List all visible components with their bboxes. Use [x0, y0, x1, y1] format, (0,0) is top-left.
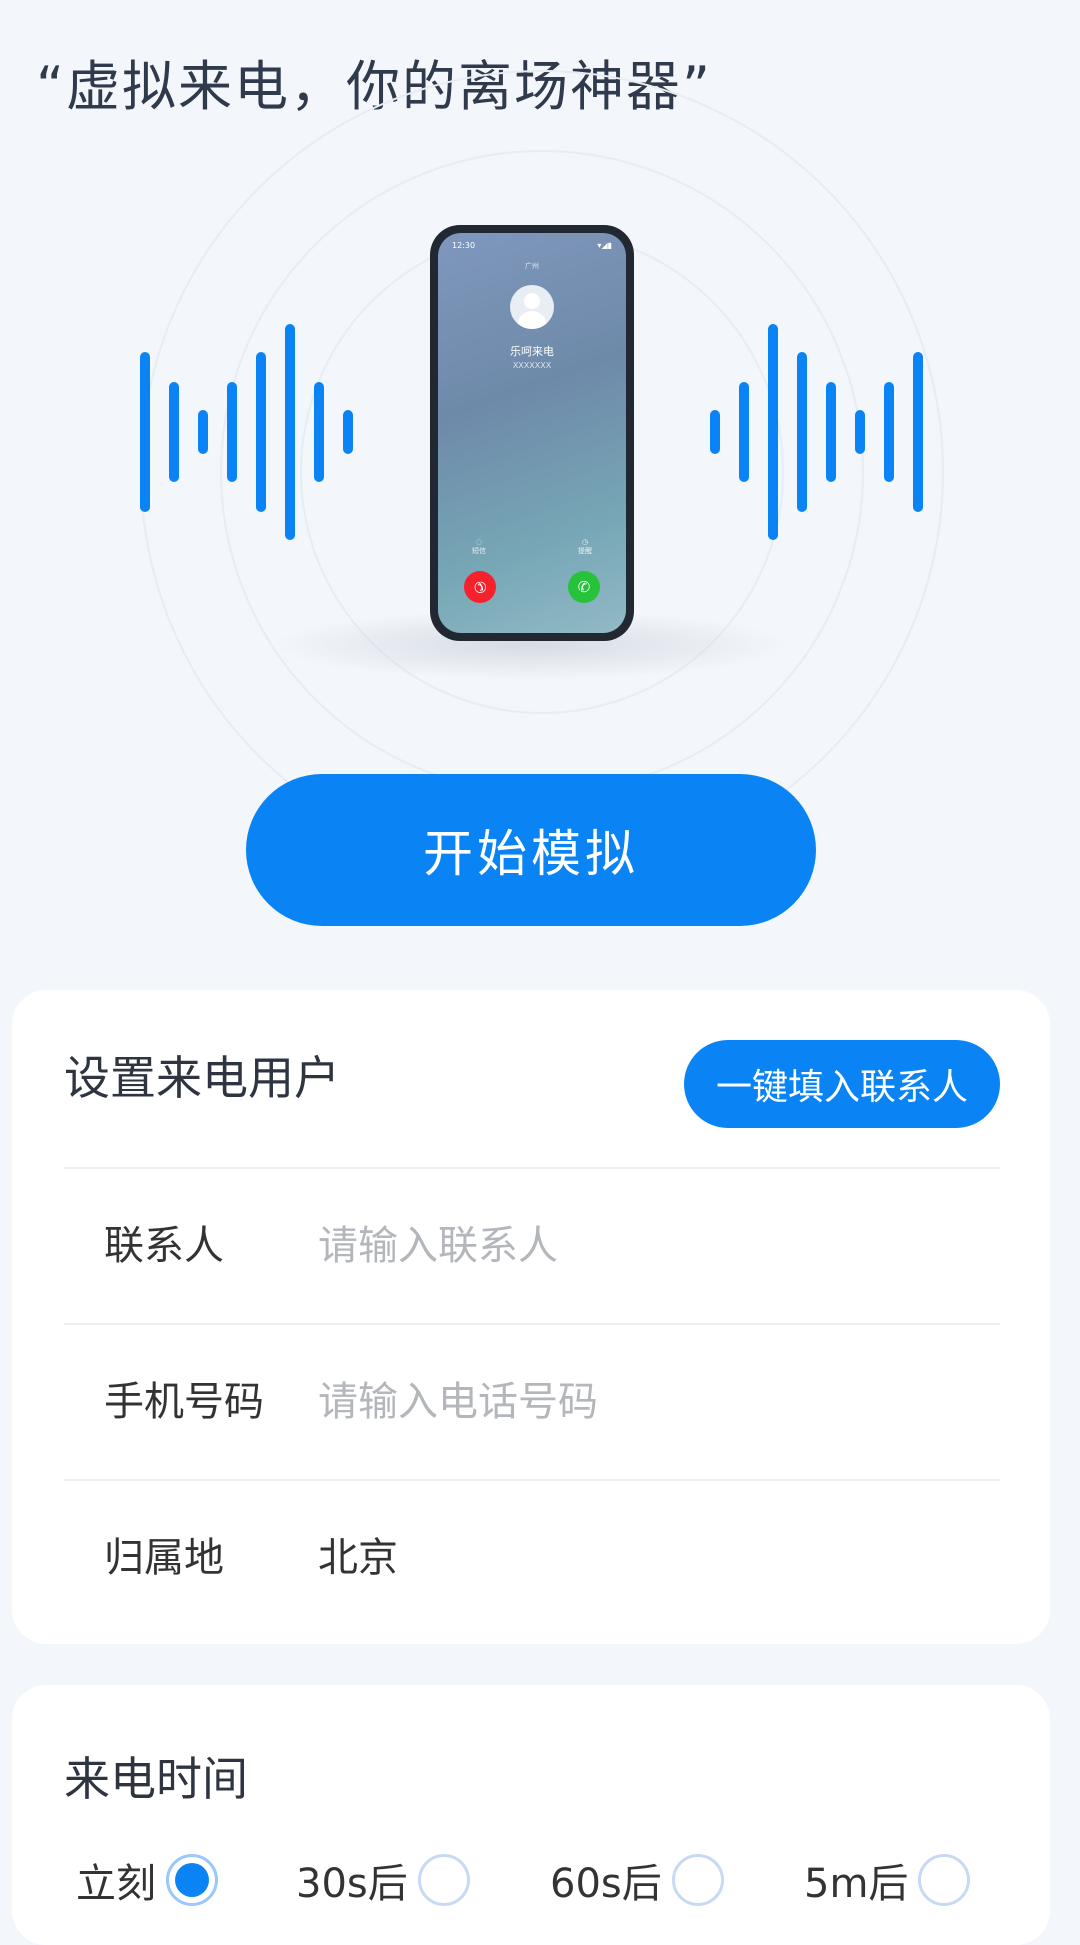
location-row[interactable]: 归属地 北京 [64, 1479, 1000, 1635]
wave-bar [140, 352, 150, 512]
phone-mockup: 12:30 ▾◢▮ 广州 乐呵来电 XXXXXXX ◌ 短信 ◷ 提醒 ✆ ✆ [430, 225, 634, 641]
wave-bar [913, 352, 923, 512]
fill-contact-button[interactable]: 一键填入联系人 [684, 1040, 1000, 1128]
accept-call-icon: ✆ [568, 571, 600, 603]
phone-screen: 12:30 ▾◢▮ 广州 乐呵来电 XXXXXXX ◌ 短信 ◷ 提醒 ✆ ✆ [438, 233, 626, 633]
phone-time: 12:30 [452, 241, 476, 250]
call-time-title: 来电时间 [64, 1752, 248, 1806]
wave-bar [256, 352, 266, 512]
contact-input[interactable] [318, 1209, 958, 1283]
caller-avatar-icon [510, 285, 554, 329]
start-simulation-button[interactable]: 开始模拟 [246, 774, 816, 926]
contact-label: 联系人 [104, 1223, 224, 1269]
wave-bar [739, 382, 749, 482]
hero-illustration: 12:30 ▾◢▮ 广州 乐呵来电 XXXXXXX ◌ 短信 ◷ 提醒 ✆ ✆ [0, 70, 1080, 874]
time-option-label: 30s后 [296, 1861, 408, 1907]
phone-status-bar: 12:30 ▾◢▮ [452, 241, 612, 250]
message-icon: ◌ [475, 538, 483, 546]
time-option-now[interactable]: 立刻 [76, 1835, 218, 1925]
alarm-icon: ◷ [581, 538, 589, 546]
sound-wave-left [140, 312, 440, 552]
time-option-60s[interactable]: 60s后 [550, 1835, 724, 1925]
caller-number: XXXXXXX [512, 361, 552, 370]
radio-unselected-icon[interactable] [671, 1854, 724, 1906]
radio-unselected-icon[interactable] [417, 1854, 470, 1906]
caller-settings-title: 设置来电用户 [64, 1051, 340, 1105]
wave-bar [285, 324, 295, 540]
time-option-label: 5m后 [804, 1861, 909, 1907]
location-value: 北京 [318, 1535, 398, 1581]
phone-number-input[interactable] [318, 1365, 958, 1439]
wave-bar [855, 410, 865, 454]
signal-battery-icon: ▾◢▮ [597, 241, 612, 250]
message-label: 短信 [472, 547, 486, 555]
radio-unselected-icon[interactable] [918, 1854, 971, 1906]
call-time-card: 来电时间 立刻 30s后 60s后 5m后 [12, 1685, 1050, 1945]
time-option-label: 立刻 [76, 1861, 156, 1907]
wave-bar [797, 352, 807, 512]
wave-bar [768, 324, 778, 540]
remind-label: 提醒 [578, 547, 592, 555]
message-shortcut: ◌ 短信 [464, 538, 494, 556]
time-option-5m[interactable]: 5m后 [804, 1835, 971, 1925]
call-time-options: 立刻 30s后 60s后 5m后 [12, 1835, 1050, 1925]
sound-wave-right [710, 312, 1010, 552]
radio-selected-icon[interactable] [166, 1854, 218, 1906]
time-option-label: 60s后 [550, 1861, 662, 1907]
wave-bar [710, 410, 720, 454]
phone-city: 广州 [525, 262, 539, 270]
location-label: 归属地 [104, 1535, 224, 1581]
wave-bar [343, 410, 353, 454]
decline-call-icon: ✆ [457, 564, 503, 610]
phone-number-label: 手机号码 [104, 1379, 264, 1425]
wave-bar [169, 382, 179, 482]
wave-bar [884, 382, 894, 482]
caller-name: 乐呵来电 [510, 345, 554, 358]
wave-bar [826, 382, 836, 482]
time-option-30s[interactable]: 30s后 [296, 1835, 470, 1925]
wave-bar [198, 410, 208, 454]
wave-bar [227, 382, 237, 482]
caller-settings-card: 设置来电用户 一键填入联系人 联系人 手机号码 归属地 北京 [12, 990, 1050, 1644]
phone-row: 手机号码 [64, 1323, 1000, 1479]
wave-bar [314, 382, 324, 482]
reminder-shortcut: ◷ 提醒 [570, 538, 600, 556]
contact-row: 联系人 [64, 1167, 1000, 1323]
